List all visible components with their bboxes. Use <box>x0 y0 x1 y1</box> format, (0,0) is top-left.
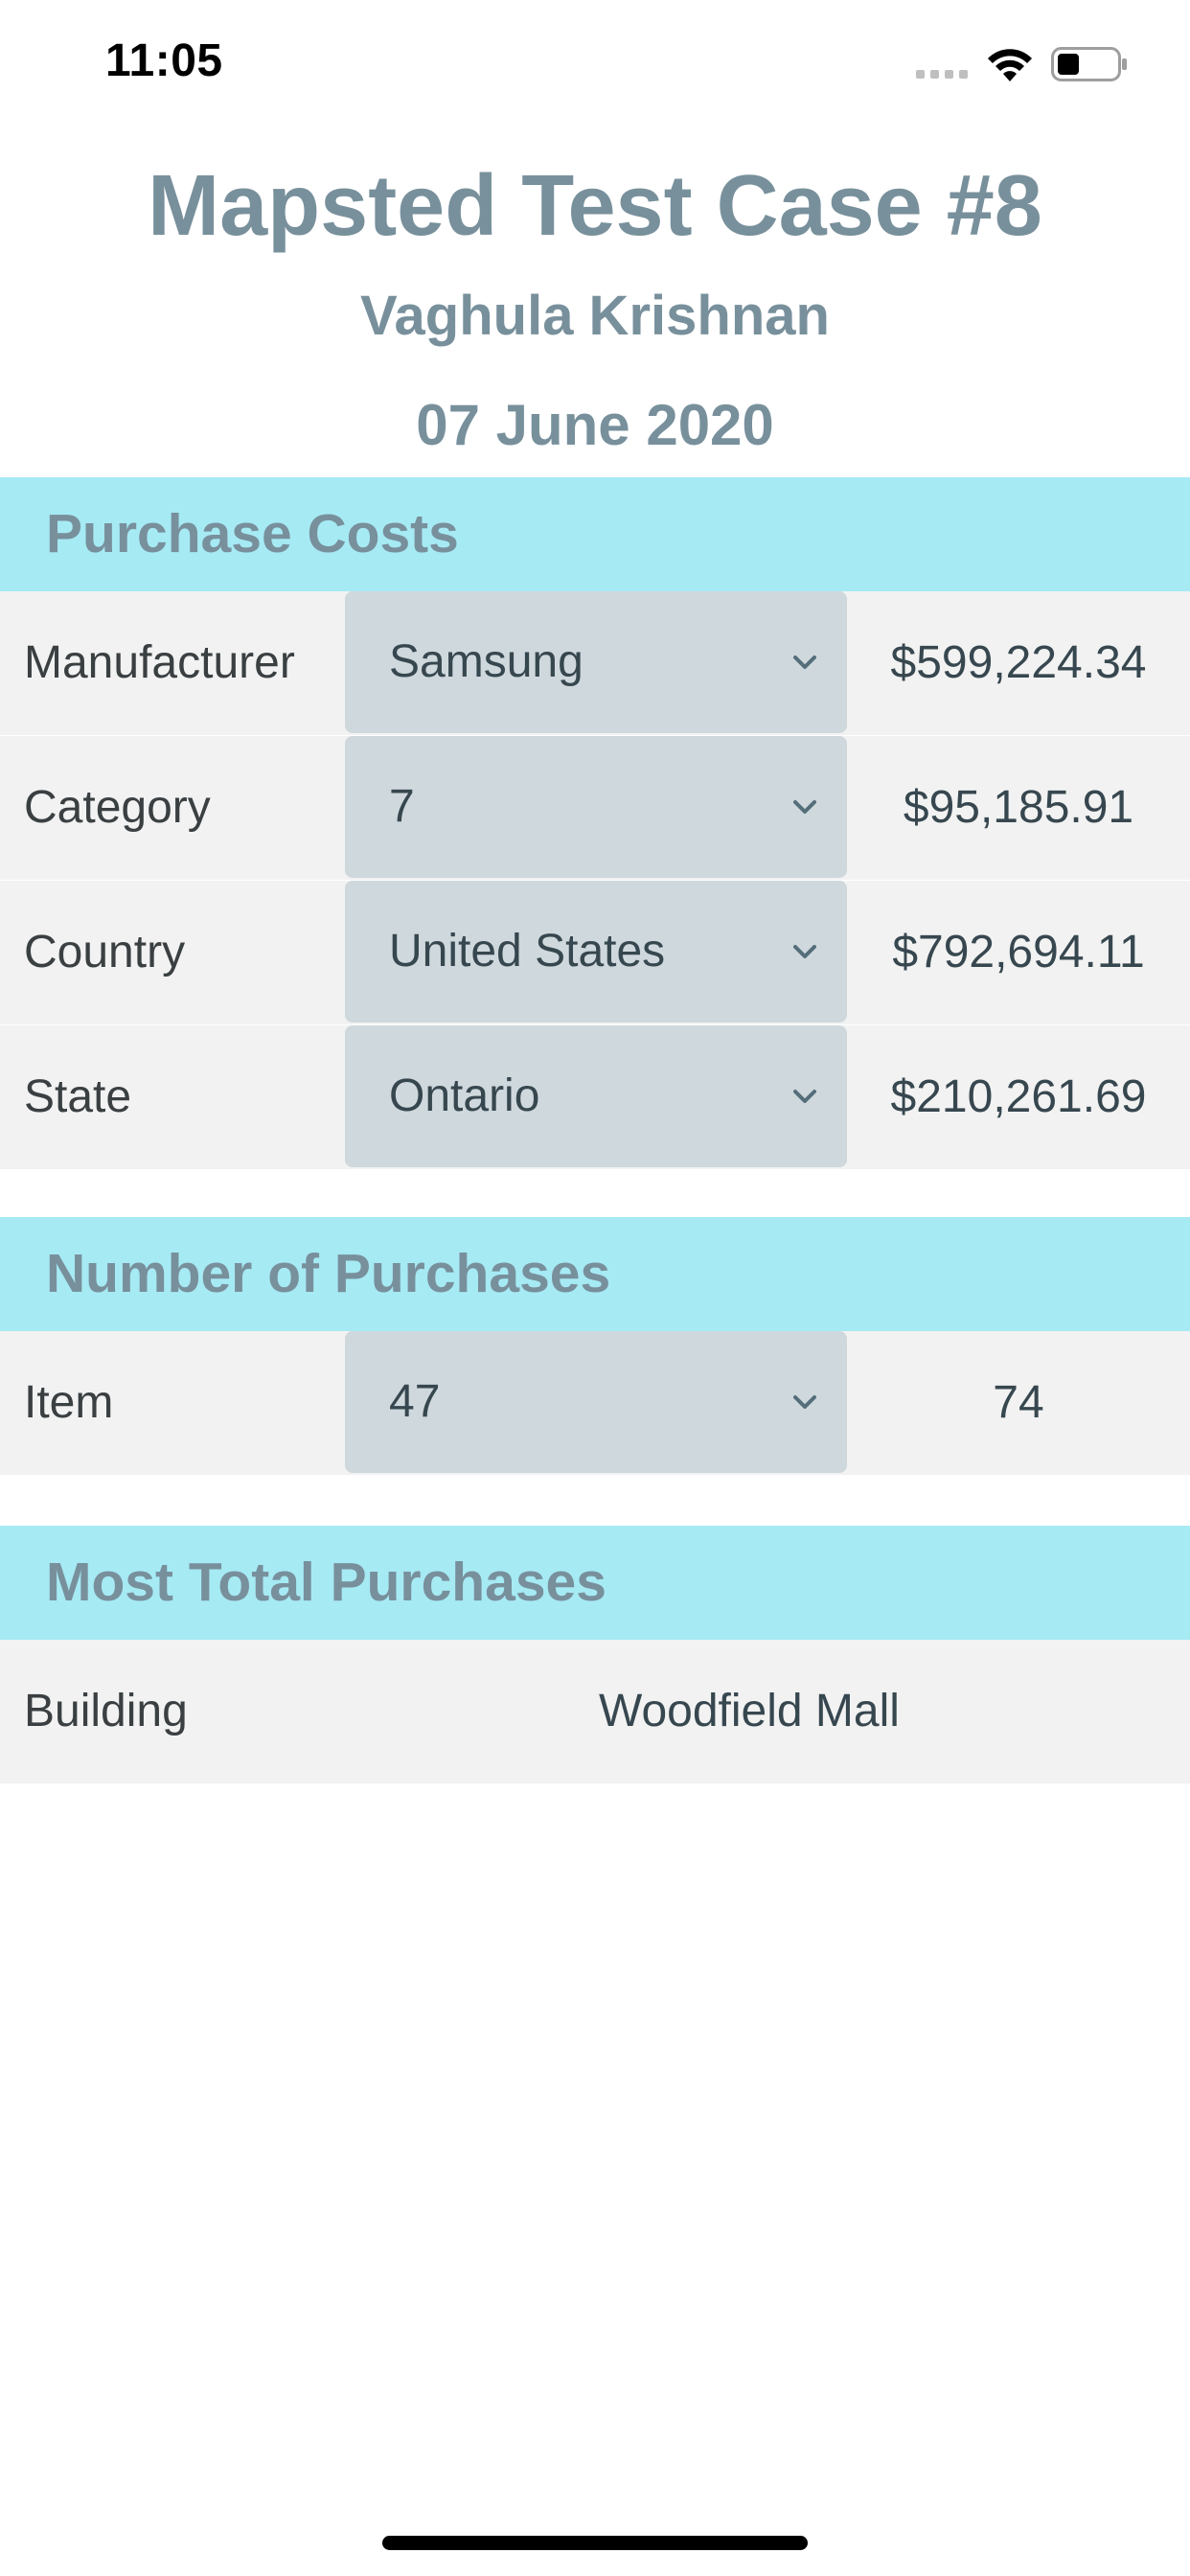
section-title: Purchase Costs <box>46 503 459 564</box>
home-indicator[interactable] <box>382 2536 808 2550</box>
row-amount: $599,224.34 <box>890 637 1147 688</box>
report-date: 07 June 2020 <box>416 393 774 457</box>
section-header: Most Total Purchases <box>0 1526 1190 1640</box>
section-header: Number of Purchases <box>0 1217 1190 1331</box>
author-name: Vaghula Krishnan <box>360 285 830 347</box>
dropdown-value: Ontario <box>389 1070 540 1121</box>
chevron-down-icon <box>793 945 816 958</box>
item-row: Item 47 74 <box>0 1331 1190 1475</box>
row-amount: 74 <box>993 1377 1044 1428</box>
row-amount: $792,694.11 <box>892 927 1145 978</box>
section-title: Number of Purchases <box>46 1243 611 1304</box>
status-bar: 11:05 <box>0 0 1190 126</box>
dropdown-value: United States <box>389 926 666 977</box>
most-total-purchases-section: Most Total Purchases Building Woodfield … <box>0 1526 1190 1783</box>
section-title: Most Total Purchases <box>46 1552 606 1613</box>
status-time: 11:05 <box>105 35 223 86</box>
app-screen: 11:05 Mapsted Test Case #8 Vaghula Krish… <box>0 0 1190 2576</box>
purchase-costs-section: Purchase Costs Manufacturer Samsung $599… <box>0 477 1190 1169</box>
chevron-down-icon <box>793 656 816 669</box>
cellular-signal-icon <box>916 70 968 79</box>
category-dropdown[interactable]: 7 <box>345 736 847 878</box>
row-label: Manufacturer <box>24 637 295 688</box>
building-value: Woodfield Mall <box>599 1686 900 1736</box>
row-label: Item <box>24 1377 114 1428</box>
row-amount: $95,185.91 <box>903 782 1134 833</box>
row-label: State <box>24 1071 132 1122</box>
manufacturer-row: Manufacturer Samsung $599,224.34 <box>0 591 1190 735</box>
building-row: Building Woodfield Mall <box>0 1640 1190 1783</box>
row-amount: $210,261.69 <box>890 1071 1147 1122</box>
number-of-purchases-section: Number of Purchases Item 47 74 <box>0 1217 1190 1475</box>
page-title: Mapsted Test Case #8 <box>148 158 1042 254</box>
chevron-down-icon <box>793 1090 816 1103</box>
dropdown-value: Samsung <box>389 636 584 687</box>
battery-icon <box>1051 47 1127 81</box>
section-header: Purchase Costs <box>0 477 1190 591</box>
wifi-icon <box>988 49 1032 81</box>
row-label: Country <box>24 927 186 978</box>
country-row: Country United States $792,694.11 <box>0 880 1190 1024</box>
state-dropdown[interactable]: Ontario <box>345 1025 847 1167</box>
dropdown-value: 47 <box>389 1376 441 1427</box>
row-label: Category <box>24 782 211 833</box>
chevron-down-icon <box>793 800 816 814</box>
state-row: State Ontario $210,261.69 <box>0 1024 1190 1169</box>
category-row: Category 7 $95,185.91 <box>0 735 1190 880</box>
chevron-down-icon <box>793 1395 816 1409</box>
manufacturer-dropdown[interactable]: Samsung <box>345 591 847 733</box>
country-dropdown[interactable]: United States <box>345 881 847 1023</box>
item-dropdown[interactable]: 47 <box>345 1331 847 1473</box>
dropdown-value: 7 <box>389 781 415 832</box>
row-label: Building <box>24 1686 188 1736</box>
